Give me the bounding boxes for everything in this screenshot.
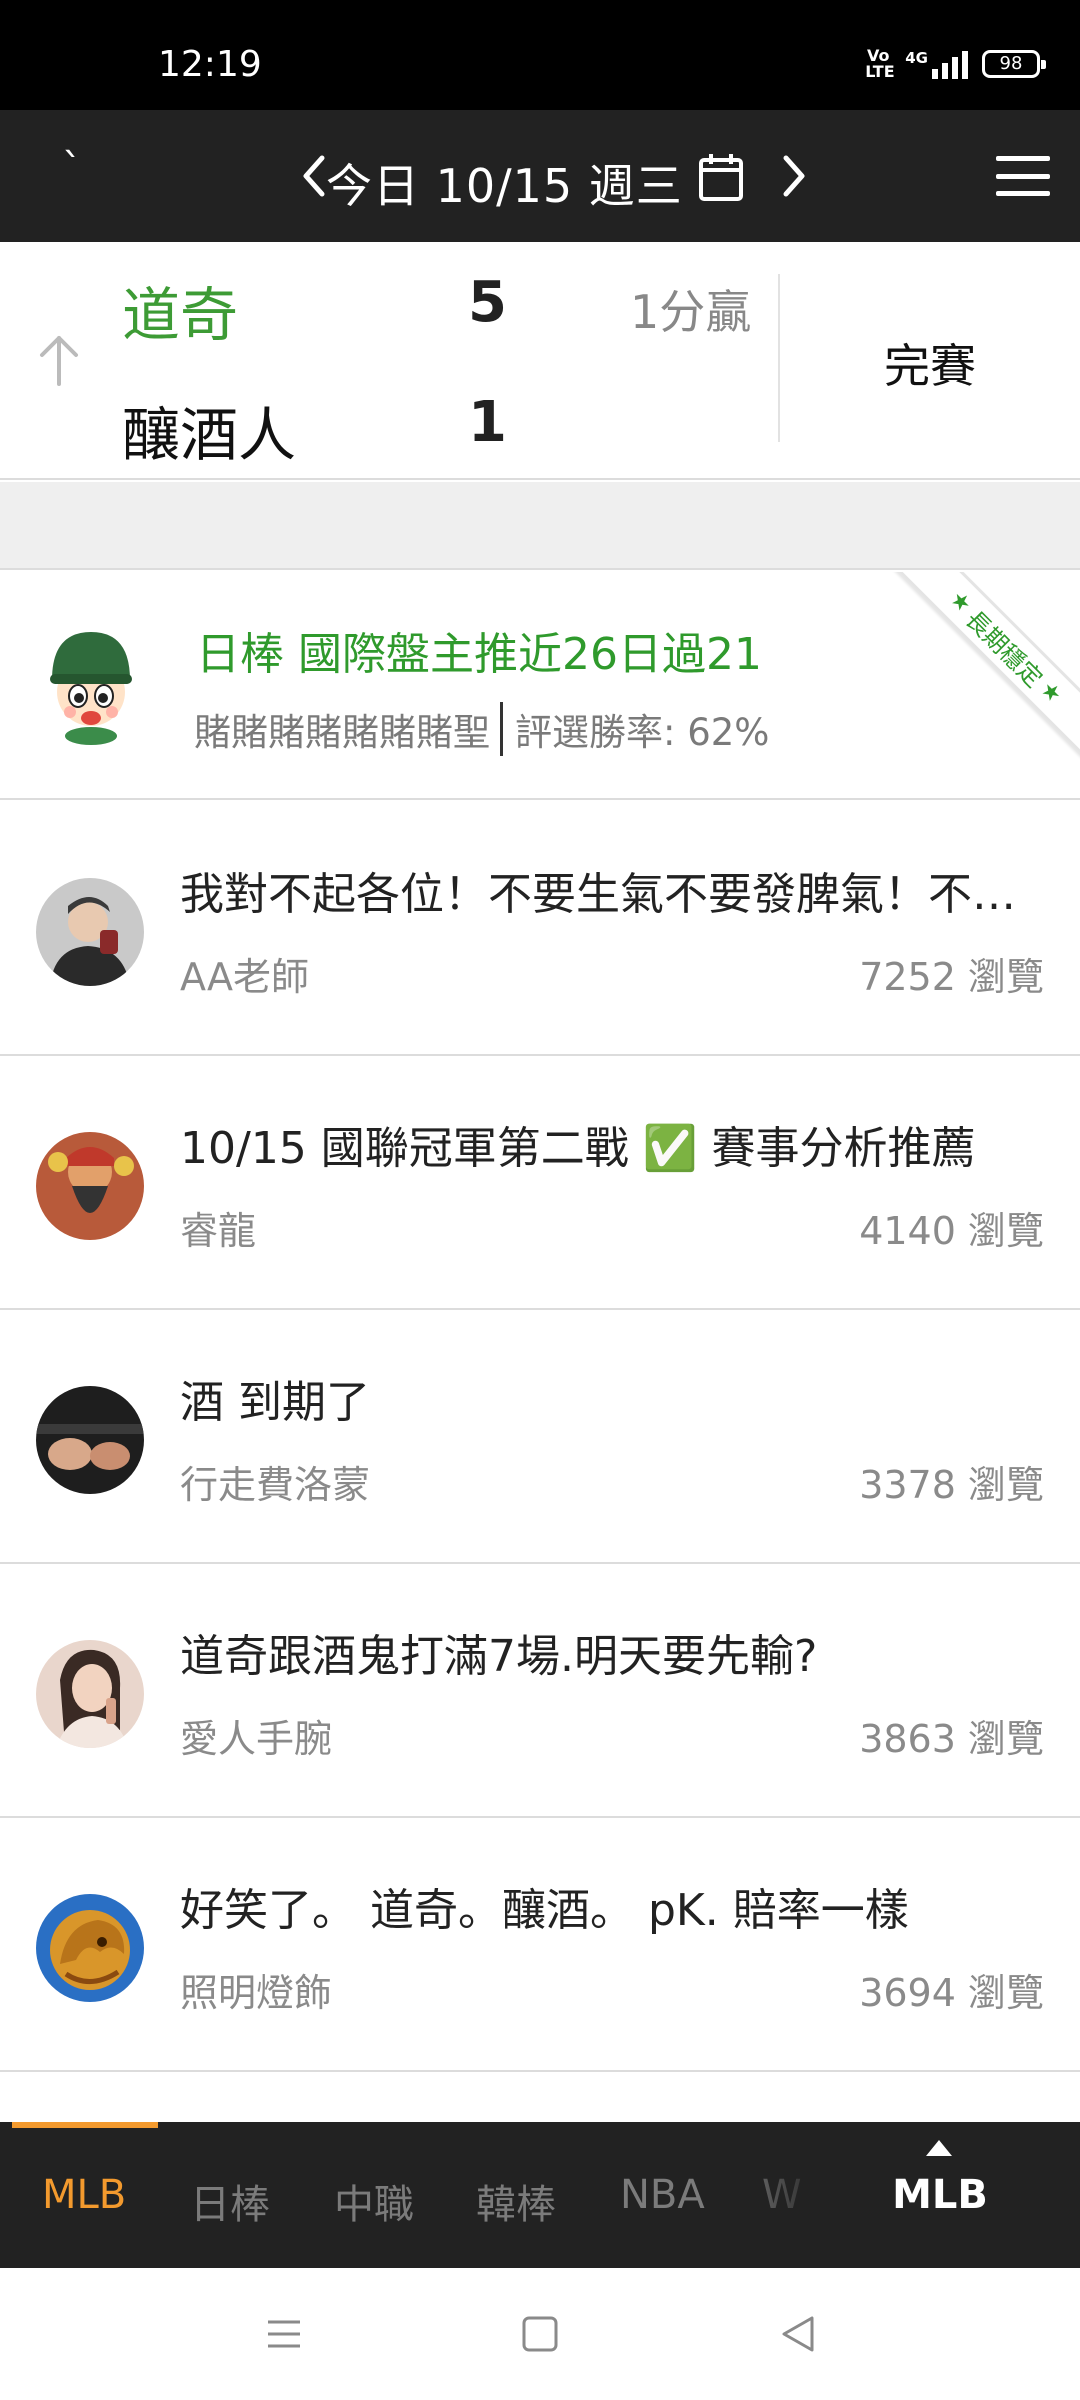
featured-meta: 賭賭賭賭賭賭賭聖 評選勝率: 62% xyxy=(194,702,769,756)
post-title: 好笑了。 道奇。釀酒。 pK. 賠率一樣 xyxy=(180,1885,909,1936)
post-author: 睿龍 xyxy=(180,1209,257,1253)
post-item[interactable]: 好笑了。 道奇。釀酒。 pK. 賠率一樣 照明燈飾 3694 瀏覽 xyxy=(0,1818,1080,2072)
calendar-icon[interactable] xyxy=(698,152,744,202)
signal-icon: 4G xyxy=(905,49,968,79)
post-title: 我對不起各位！不要生氣不要發脾氣！不要生氣不要發脾氣 xyxy=(180,869,1044,920)
league-selector-button[interactable]: MLB xyxy=(880,2172,1000,2218)
league-tab-bar: MLB 日棒 中職 韓棒 NBA W MLB xyxy=(0,2122,1080,2268)
post-views: 3694 瀏覽 xyxy=(859,1971,1044,2015)
tab-npb[interactable]: 日棒 xyxy=(190,2172,270,2230)
arrow-up-icon xyxy=(40,336,78,386)
post-title: 酒 到期了 xyxy=(180,1377,370,1428)
tab-cpbl[interactable]: 中職 xyxy=(334,2172,414,2230)
user-avatar xyxy=(36,1640,144,1748)
post-views: 3863 瀏覽 xyxy=(859,1717,1044,1761)
tab-kbo[interactable]: 韓棒 xyxy=(476,2172,556,2230)
chevron-left-icon xyxy=(303,155,325,197)
header-mark: ˋ xyxy=(62,146,82,192)
post-views: 4140 瀏覽 xyxy=(859,1209,1044,1253)
meta-separator xyxy=(500,702,503,756)
featured-win-rate: 評選勝率: 62% xyxy=(515,711,770,754)
home-team-name: 道奇 xyxy=(122,281,239,349)
post-title: 道奇跟酒鬼打滿7場.明天要先輸? xyxy=(180,1631,818,1682)
featured-author: 賭賭賭賭賭賭賭聖 xyxy=(194,711,490,754)
status-bar: 12:19 Vo LTE 4G 98 xyxy=(0,0,1080,110)
post-title: 10/15 國聯冠軍第二戰 ✅ 賽事分析推薦 xyxy=(180,1123,976,1174)
tab-mlb[interactable]: MLB xyxy=(42,2172,126,2218)
app-header: ˋ 今日 10/15 週三 xyxy=(0,110,1080,242)
status-indicators: Vo LTE 4G 98 xyxy=(865,46,1046,81)
date-label[interactable]: 今日 10/15 週三 xyxy=(326,150,683,216)
post-item[interactable]: 酒 到期了 行走費洛蒙 3378 瀏覽 xyxy=(0,1310,1080,1564)
game-status: 完賽 xyxy=(884,339,976,393)
section-separator xyxy=(0,482,1080,570)
system-navigation-bar xyxy=(0,2268,1080,2400)
post-views: 3378 瀏覽 xyxy=(859,1463,1044,1507)
ribbon-badge: ★ 長期穩定 ★ xyxy=(876,572,1080,777)
post-author: AA老師 xyxy=(180,955,310,999)
home-team-score: 5 xyxy=(468,270,507,335)
away-team-name: 釀酒人 xyxy=(122,401,297,469)
featured-title: 日棒 國際盤主推近26日過21 xyxy=(196,629,762,680)
star-icon: ★ xyxy=(1035,676,1067,708)
soldier-avatar-icon xyxy=(50,632,132,745)
status-time: 12:19 xyxy=(158,44,262,85)
active-tab-indicator xyxy=(12,2122,158,2128)
post-author: 行走費洛蒙 xyxy=(180,1463,371,1507)
triangle-up-icon xyxy=(926,2140,952,2156)
post-views: 7252 瀏覽 xyxy=(859,955,1044,999)
post-item[interactable]: 我對不起各位！不要生氣不要發脾氣！不要生氣不要發脾氣 AA老師 7252 瀏覽 xyxy=(0,802,1080,1056)
next-day-button[interactable] xyxy=(766,148,822,204)
post-item[interactable]: 10/15 國聯冠軍第二戰 ✅ 賽事分析推薦 睿龍 4140 瀏覽 xyxy=(0,1056,1080,1310)
tab-nba[interactable]: NBA xyxy=(620,2172,705,2218)
away-team-score: 1 xyxy=(468,390,507,455)
user-avatar xyxy=(36,1132,144,1240)
user-avatar xyxy=(36,1894,144,2002)
recent-apps-icon[interactable] xyxy=(262,2312,306,2356)
featured-pick[interactable]: 日棒 國際盤主推近26日過21 賭賭賭賭賭賭賭聖 評選勝率: 62% ★ 長期穩… xyxy=(0,572,1080,800)
user-avatar xyxy=(36,1386,144,1494)
post-author: 照明燈飾 xyxy=(180,1971,333,2015)
ribbon-label: 長期穩定 xyxy=(960,604,1049,693)
tab-fade xyxy=(730,2122,850,2268)
back-icon[interactable] xyxy=(776,2312,820,2356)
post-author: 愛人手腕 xyxy=(180,1717,333,1761)
win-margin: 1分贏 xyxy=(630,285,752,339)
volte-icon: Vo LTE xyxy=(865,46,895,81)
post-item[interactable]: 道奇跟酒鬼打滿7場.明天要先輸? 愛人手腕 3863 瀏覽 xyxy=(0,1564,1080,1818)
game-score-card[interactable]: 道奇 5 1分贏 釀酒人 1 完賽 xyxy=(0,242,1080,480)
network-type: 4G xyxy=(905,49,928,67)
user-avatar xyxy=(36,878,144,986)
home-icon[interactable] xyxy=(518,2312,562,2356)
hamburger-menu-icon[interactable] xyxy=(996,156,1050,196)
chevron-right-icon xyxy=(783,155,805,197)
battery-icon: 98 xyxy=(982,50,1046,78)
